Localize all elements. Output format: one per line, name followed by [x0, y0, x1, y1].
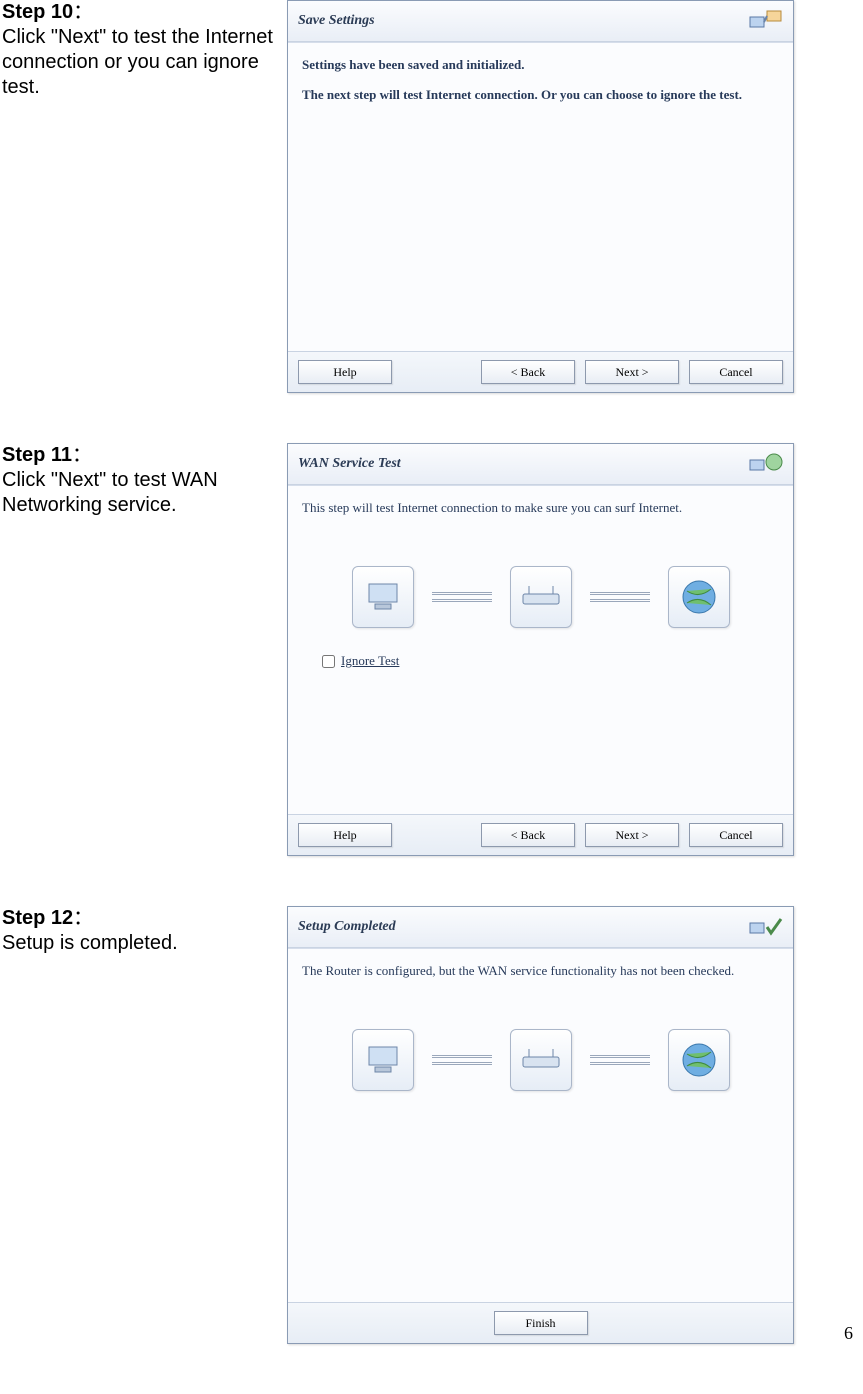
setup-complete-icon: [749, 913, 783, 941]
dialog-title: Save Settings: [298, 13, 375, 29]
ignore-test-checkbox[interactable]: [322, 655, 335, 668]
help-button[interactable]: Help: [298, 360, 392, 384]
dialog-footer: Help < Back Next > Cancel: [288, 352, 793, 392]
step-12-block: Step 12： Setup is completed. Setup Compl…: [0, 906, 863, 1344]
globe-icon: [668, 566, 730, 628]
cancel-button[interactable]: Cancel: [689, 823, 783, 847]
step-12-text: Step 12： Setup is completed.: [2, 906, 287, 956]
next-button[interactable]: Next >: [585, 360, 679, 384]
network-test-icon: [749, 450, 783, 478]
finish-button[interactable]: Finish: [494, 1311, 588, 1335]
dialog-body: This step will test Internet connection …: [288, 485, 793, 815]
connection-line-icon: [432, 592, 492, 602]
connection-line-icon: [432, 1055, 492, 1065]
router-icon: [510, 566, 572, 628]
dialog-body: Settings have been saved and initialized…: [288, 42, 793, 352]
step-12-colon: ：: [73, 907, 93, 929]
body-line-2: The next step will test Internet connect…: [302, 87, 779, 103]
step-10-block: Step 10： Click "Next" to test the Intern…: [0, 0, 863, 393]
body-line-1: The Router is configured, but the WAN se…: [302, 963, 779, 979]
dialog-setup-completed: Setup Completed The Router is configured…: [287, 906, 794, 1344]
dialog-titlebar: Setup Completed: [288, 907, 793, 948]
next-button[interactable]: Next >: [585, 823, 679, 847]
step-11-block: Step 11： Click "Next" to test WAN Networ…: [0, 443, 863, 856]
connection-line-icon: [590, 1055, 650, 1065]
step-10-colon: ：: [73, 1, 93, 23]
step-11-colon: ：: [72, 444, 92, 466]
step-10-desc: Click "Next" to test the Internet connec…: [2, 26, 273, 98]
step-10-label: Step 10: [2, 1, 73, 23]
network-diagram: [302, 566, 779, 628]
step-11-text: Step 11： Click "Next" to test WAN Networ…: [2, 443, 287, 518]
step-10-text: Step 10： Click "Next" to test the Intern…: [2, 0, 287, 100]
ignore-test-option[interactable]: Ignore Test: [322, 653, 779, 669]
network-diagram: [302, 1029, 779, 1091]
help-button[interactable]: Help: [298, 823, 392, 847]
dialog-title: WAN Service Test: [298, 456, 401, 472]
step-12-desc: Setup is completed.: [2, 932, 178, 954]
body-line-1: Settings have been saved and initialized…: [302, 57, 779, 73]
dialog-titlebar: WAN Service Test: [288, 444, 793, 485]
globe-icon: [668, 1029, 730, 1091]
network-setup-icon: [749, 7, 783, 35]
pc-icon: [352, 1029, 414, 1091]
cancel-button[interactable]: Cancel: [689, 360, 783, 384]
router-icon: [510, 1029, 572, 1091]
ignore-test-label: Ignore Test: [341, 653, 399, 669]
dialog-title: Setup Completed: [298, 919, 396, 935]
dialog-footer: Finish: [288, 1303, 793, 1343]
step-11-label: Step 11: [2, 444, 72, 466]
connection-line-icon: [590, 592, 650, 602]
back-button[interactable]: < Back: [481, 823, 575, 847]
dialog-wan-test: WAN Service Test This step will test Int…: [287, 443, 794, 856]
pc-icon: [352, 566, 414, 628]
dialog-save-settings: Save Settings Settings have been saved a…: [287, 0, 794, 393]
back-button[interactable]: < Back: [481, 360, 575, 384]
step-11-desc: Click "Next" to test WAN Networking serv…: [2, 469, 218, 516]
dialog-footer: Help < Back Next > Cancel: [288, 815, 793, 855]
page-number: 6: [844, 1323, 853, 1344]
dialog-body: The Router is configured, but the WAN se…: [288, 948, 793, 1303]
step-12-label: Step 12: [2, 907, 73, 929]
body-line-1: This step will test Internet connection …: [302, 500, 779, 516]
dialog-titlebar: Save Settings: [288, 1, 793, 42]
